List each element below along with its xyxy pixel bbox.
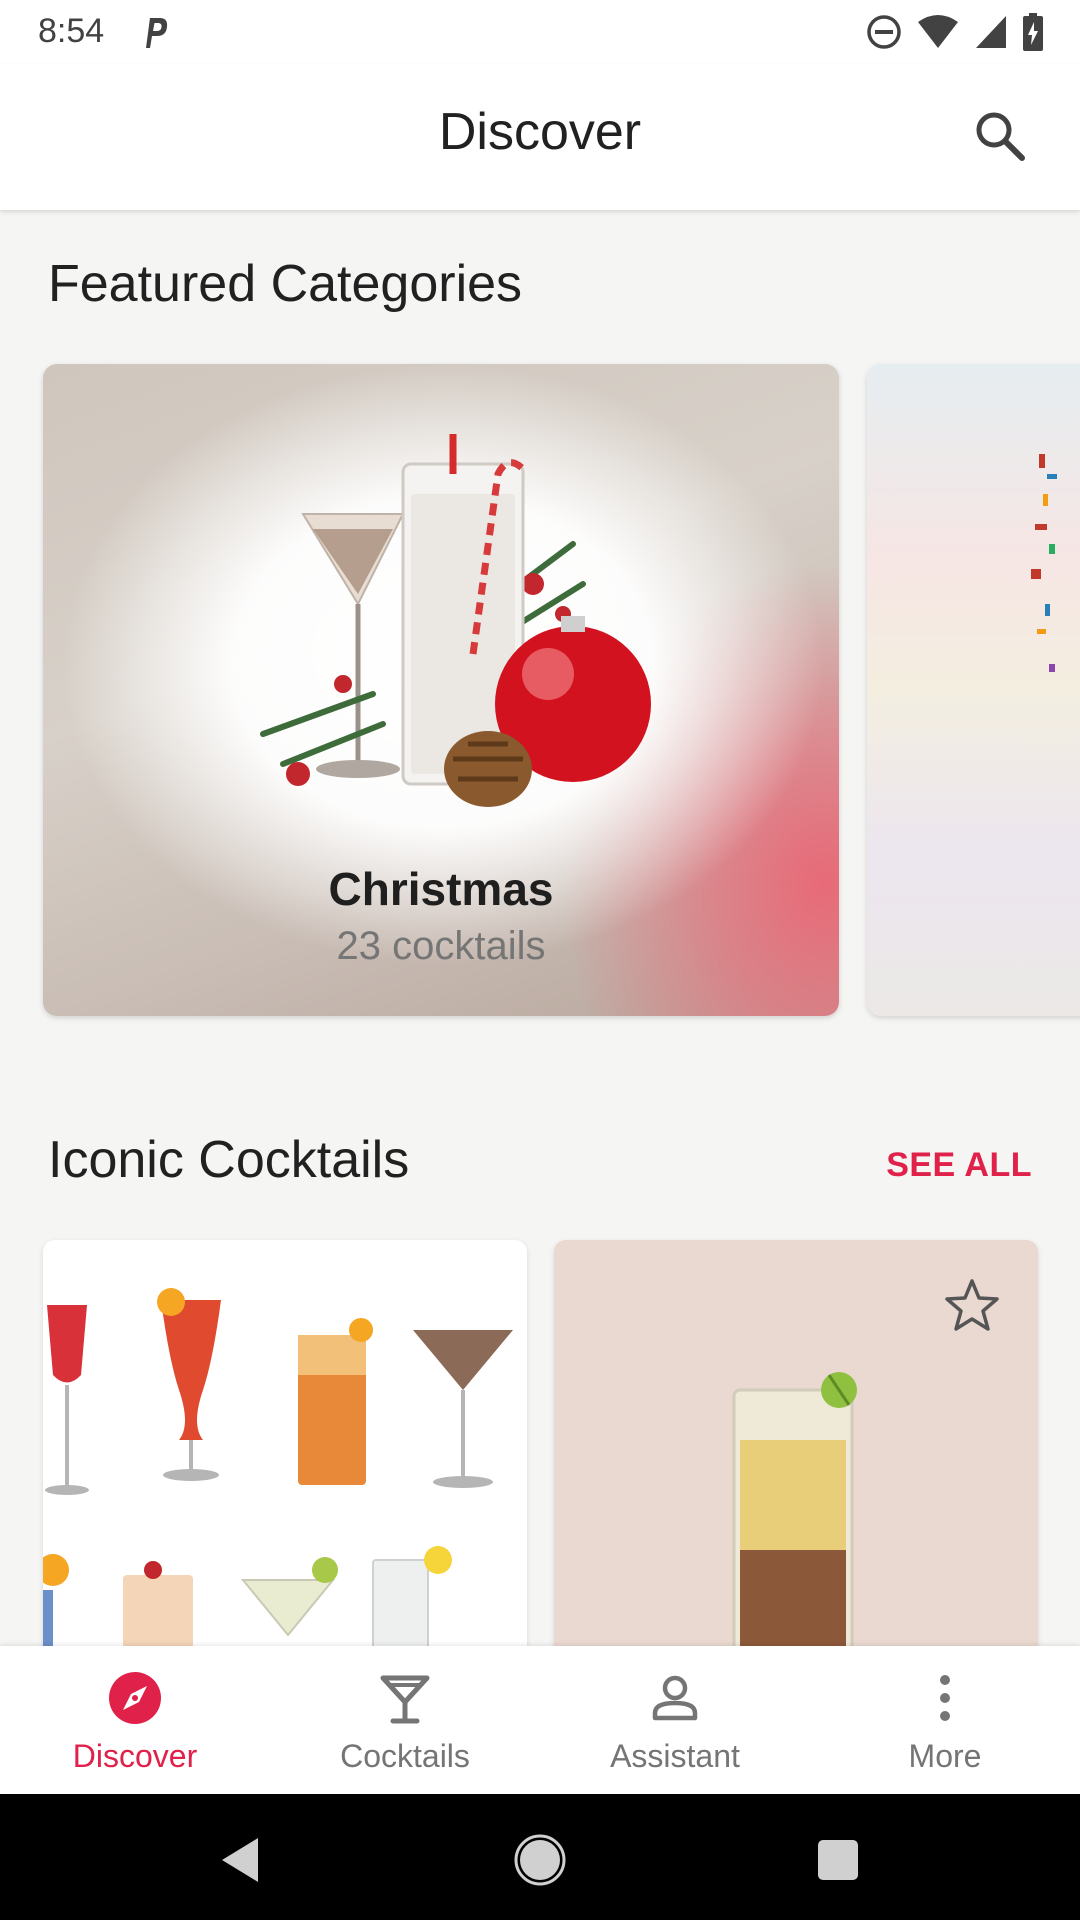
cocktail-glass-icon <box>380 1675 430 1724</box>
nav-assistant[interactable]: Assistant <box>540 1646 810 1794</box>
app-bar: Discover <box>0 64 1080 210</box>
category-name: Christmas <box>328 863 554 915</box>
confetti-image <box>1031 454 1057 672</box>
compass-icon <box>109 1672 161 1724</box>
category-card-next[interactable] <box>867 364 1080 1016</box>
cell-signal-icon <box>976 16 1006 48</box>
nav-label-discover: Discover <box>72 1738 198 1774</box>
cocktail-image <box>732 1372 857 1660</box>
nav-discover[interactable]: Discover <box>0 1646 270 1794</box>
page-title: Discover <box>438 103 642 161</box>
nav-label-more: More <box>908 1738 982 1774</box>
cocktail-card-featured[interactable] <box>554 1240 1038 1660</box>
nav-label-cocktails: Cocktails <box>340 1738 470 1774</box>
person-icon <box>652 1675 698 1721</box>
featured-categories-heading: Featured Categories <box>48 255 523 313</box>
do-not-disturb-icon <box>867 15 901 49</box>
back-icon[interactable] <box>210 1830 270 1890</box>
bottom-navigation: Discover Cocktails Assistant More <box>0 1646 1080 1794</box>
nav-more[interactable]: More <box>810 1646 1080 1794</box>
status-bar: 8:54 <box>0 0 1080 64</box>
category-card-christmas[interactable]: Christmas 23 cocktails <box>43 364 839 1016</box>
christmas-cocktails-image <box>260 434 651 807</box>
recents-icon[interactable] <box>808 1830 868 1890</box>
iconic-cocktails-heading: Iconic Cocktails <box>48 1131 410 1189</box>
more-vertical-icon <box>940 1675 950 1721</box>
wifi-icon <box>918 15 958 48</box>
parking-notification-icon <box>146 18 168 48</box>
battery-charging-icon <box>1023 13 1043 51</box>
cocktail-card-collection[interactable] <box>43 1240 527 1660</box>
home-icon[interactable] <box>510 1830 570 1890</box>
search-icon[interactable] <box>970 106 1030 166</box>
nav-cocktails[interactable]: Cocktails <box>270 1646 540 1794</box>
status-time: 8:54 <box>38 12 105 50</box>
nav-label-assistant: Assistant <box>610 1738 740 1774</box>
category-count: 23 cocktails <box>336 924 546 968</box>
cocktails-collection-image <box>43 1288 513 1660</box>
see-all-button[interactable]: SEE ALL <box>886 1146 1032 1185</box>
system-navigation-bar <box>0 1794 1080 1920</box>
